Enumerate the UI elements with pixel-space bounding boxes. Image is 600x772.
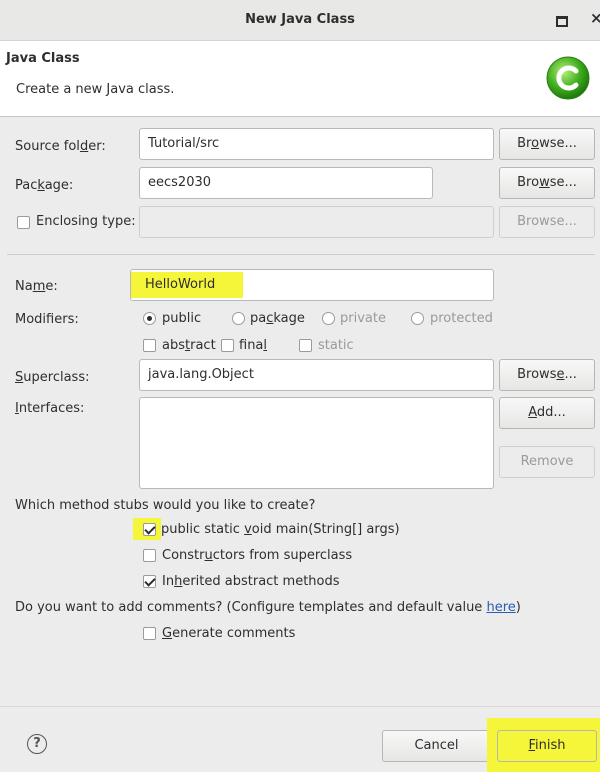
enclosing-type-input[interactable] [139, 206, 494, 238]
constructors-label: Constructors from superclass [162, 548, 353, 563]
modifier-public-radio[interactable] [143, 312, 156, 325]
java-class-icon [546, 56, 590, 100]
name-input[interactable]: HelloWorld [130, 269, 494, 301]
inherited-methods-checkbox[interactable] [143, 575, 156, 588]
modifier-abstract-checkbox[interactable] [143, 339, 156, 352]
main-method-checkbox[interactable] [143, 523, 156, 536]
title-bar: New Java Class × [0, 0, 600, 41]
close-icon[interactable]: × [590, 9, 600, 27]
interfaces-label: Interfaces: [15, 401, 85, 416]
modifier-private-label: private [340, 311, 386, 326]
source-folder-input[interactable]: Tutorial/src [139, 128, 494, 160]
generate-comments-label: Generate comments [162, 626, 296, 641]
templates-link[interactable]: here [486, 600, 515, 615]
modifier-package-label: package [250, 311, 305, 326]
footer-separator [0, 706, 600, 707]
maximize-icon[interactable] [556, 16, 568, 27]
enclosing-type-browse-button[interactable]: Browse... [499, 206, 595, 238]
wizard-header: Java Class Create a new Java class. [0, 41, 600, 117]
modifiers-label: Modifiers: [15, 312, 79, 327]
method-stubs-question: Which method stubs would you like to cre… [15, 498, 316, 513]
main-method-label: public static void main(String[] args) [161, 522, 400, 537]
package-browse-button[interactable]: Browse... [499, 167, 595, 199]
superclass-label: Superclass: [15, 370, 90, 385]
modifier-abstract-label: abstract [162, 338, 216, 353]
interfaces-list[interactable] [139, 397, 494, 489]
name-value: HelloWorld [145, 277, 216, 292]
package-input[interactable]: eecs2030 [139, 167, 433, 199]
modifier-protected-radio[interactable] [411, 312, 424, 325]
superclass-browse-button[interactable]: Browse... [499, 359, 595, 391]
inherited-methods-label: Inherited abstract methods [162, 574, 340, 589]
enclosing-type-checkbox[interactable] [17, 216, 30, 229]
modifier-static-label: static [318, 338, 354, 353]
modifier-final-label: final [239, 338, 268, 353]
modifier-static-checkbox[interactable] [299, 339, 312, 352]
modifier-final-checkbox[interactable] [221, 339, 234, 352]
enclosing-type-label: Enclosing type: [36, 214, 136, 229]
wizard-subtitle: Create a new Java class. [16, 82, 175, 97]
window-title: New Java Class [245, 12, 355, 27]
interfaces-add-button[interactable]: Add... [499, 397, 595, 429]
wizard-title: Java Class [6, 51, 80, 66]
modifier-private-radio[interactable] [322, 312, 335, 325]
modifier-package-radio[interactable] [232, 312, 245, 325]
source-folder-browse-button[interactable]: Browse... [499, 128, 595, 160]
source-folder-label: Source folder: [15, 139, 106, 154]
modifier-protected-label: protected [430, 311, 493, 326]
help-icon[interactable]: ? [27, 734, 47, 754]
comments-question: Do you want to add comments? (Configure … [15, 600, 521, 615]
modifier-public-label: public [162, 311, 202, 326]
generate-comments-checkbox[interactable] [143, 627, 156, 640]
finish-button[interactable]: Finish [497, 730, 597, 762]
superclass-input[interactable]: java.lang.Object [139, 359, 494, 391]
constructors-checkbox[interactable] [143, 549, 156, 562]
separator [7, 254, 595, 255]
name-label: Name: [15, 279, 58, 294]
cancel-button[interactable]: Cancel [382, 730, 491, 762]
interfaces-remove-button[interactable]: Remove [499, 446, 595, 478]
package-label: Package: [15, 178, 74, 193]
